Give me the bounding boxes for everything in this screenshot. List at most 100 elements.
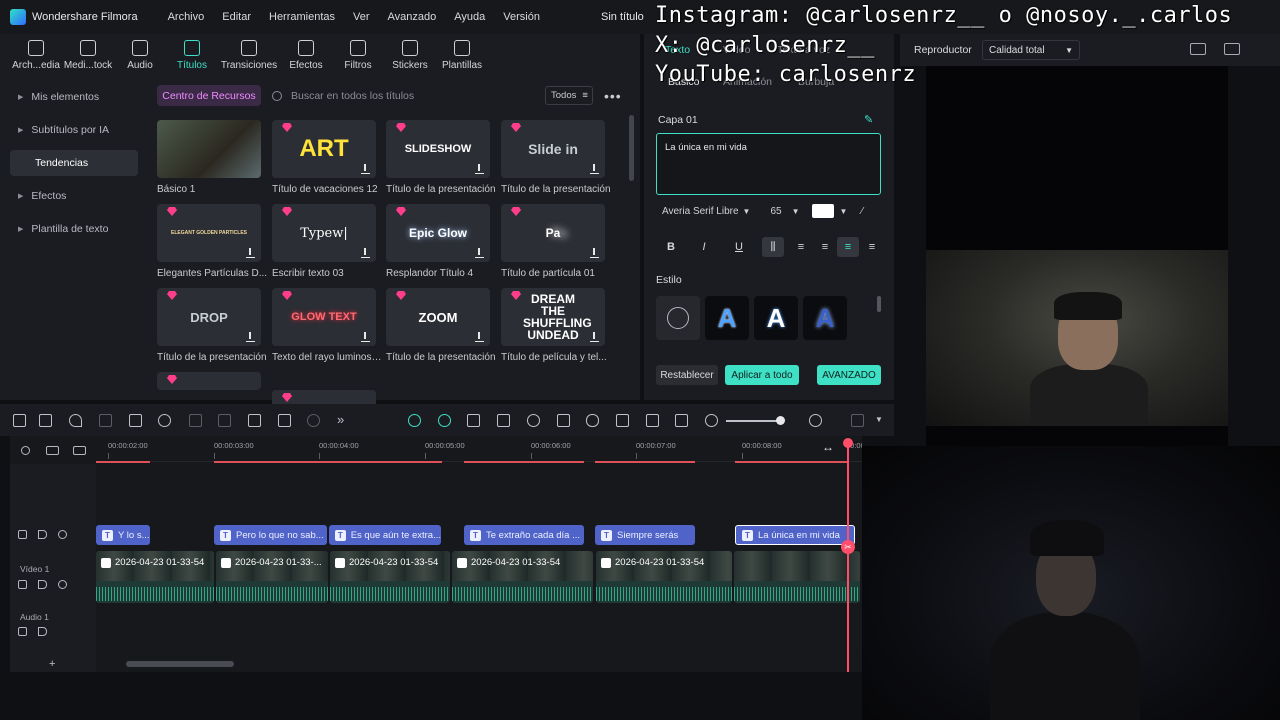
title-card[interactable]: Slide in Título de la presentación: [501, 120, 611, 195]
align-left-icon[interactable]: ≡: [790, 237, 812, 257]
tab-efectos[interactable]: Efectos: [280, 36, 332, 76]
ai-edit-icon[interactable]: ✎: [864, 113, 873, 126]
reset-button[interactable]: Restablecer: [656, 365, 718, 385]
download-icon[interactable]: [590, 164, 599, 174]
timeline-scrollbar[interactable]: [126, 661, 234, 667]
font-family-select[interactable]: Averia Serif Libre: [662, 206, 739, 217]
scissors-icon[interactable]: ✂: [841, 540, 855, 554]
download-icon[interactable]: [590, 248, 599, 258]
color-icon[interactable]: [307, 414, 320, 427]
title-clip[interactable]: T Pero lo que no sab...: [214, 525, 327, 545]
fit-icon[interactable]: [675, 414, 688, 427]
download-icon[interactable]: [590, 332, 599, 342]
download-icon[interactable]: [475, 332, 484, 342]
tab-audio[interactable]: Audio: [114, 36, 166, 76]
sidebar-item-efectos[interactable]: ▶ Efectos: [10, 183, 138, 209]
menu-ayuda[interactable]: Ayuda: [454, 11, 485, 23]
video-clip[interactable]: [734, 551, 860, 603]
style-scrollbar[interactable]: [877, 296, 881, 312]
tab-plantillas[interactable]: Plantillas: [436, 36, 488, 76]
video-clip[interactable]: 2026-04-23 01-33-54: [596, 551, 732, 603]
title-card[interactable]: ART Título de vacaciones 12: [272, 120, 378, 195]
zoom-out-icon[interactable]: [705, 414, 718, 427]
title-card[interactable]: SLIDESHOW Título de la presentación: [386, 120, 496, 195]
grid-view-icon[interactable]: [851, 414, 864, 427]
playhead[interactable]: [847, 440, 849, 672]
eyedropper-icon[interactable]: ⁄: [861, 206, 863, 217]
video-clip[interactable]: 2026-04-23 01-33-54: [96, 551, 214, 603]
resource-center-button[interactable]: Centro de Recursos: [157, 85, 261, 106]
microphone-icon[interactable]: [586, 414, 599, 427]
style-preset-glow[interactable]: A: [803, 296, 847, 340]
lock-icon[interactable]: [18, 530, 27, 539]
title-card[interactable]: DREAM THE SHUFFLING UNDEAD Título de pelí…: [501, 288, 607, 363]
link-icon[interactable]: [21, 446, 30, 455]
quality-select[interactable]: Calidad total ▼: [982, 40, 1080, 60]
title-card[interactable]: ELEGANT GOLDEN PARTICLES Elegantes Partíc…: [157, 204, 267, 279]
title-clip[interactable]: T Siempre serás: [595, 525, 695, 545]
speaker-icon[interactable]: [38, 530, 47, 539]
sidebar-item-subtitulos-ia[interactable]: ▶ Subtítulos por IA: [10, 117, 138, 143]
tab-titulos[interactable]: Títulos: [166, 36, 218, 76]
eye-icon[interactable]: [58, 580, 67, 589]
crop-icon[interactable]: [189, 414, 202, 427]
shield-icon[interactable]: [557, 414, 570, 427]
zoom-slider-handle[interactable]: [776, 416, 785, 425]
speaker-icon[interactable]: [38, 580, 47, 589]
snapshot-icon[interactable]: [1224, 43, 1240, 55]
bold-button[interactable]: B: [660, 237, 682, 257]
track-manager-icon[interactable]: [46, 446, 59, 455]
advanced-button[interactable]: AVANZADO: [817, 365, 881, 385]
apply-all-button[interactable]: Aplicar a todo: [725, 365, 799, 385]
replace-icon[interactable]: [646, 414, 659, 427]
render-icon[interactable]: [467, 414, 480, 427]
video-clip[interactable]: 2026-04-23 01-33-54: [330, 551, 450, 603]
select-tool-icon[interactable]: [39, 414, 52, 427]
snap-icon[interactable]: [438, 414, 451, 427]
align-center-icon[interactable]: ≡: [814, 237, 836, 257]
tab-stickers[interactable]: Stickers: [384, 36, 436, 76]
download-icon[interactable]: [361, 332, 370, 342]
align-justify-icon[interactable]: ≡: [861, 237, 883, 257]
italic-button[interactable]: I: [693, 237, 715, 257]
sidebar-item-mis-elementos[interactable]: ▶ Mis elementos: [10, 84, 138, 110]
title-clip-selected[interactable]: T La única en mi vida: [735, 525, 855, 545]
more-options-icon[interactable]: •••: [604, 88, 622, 104]
lock-icon[interactable]: [18, 627, 27, 636]
menu-ver[interactable]: Ver: [353, 11, 370, 23]
download-icon[interactable]: [361, 248, 370, 258]
lock-icon[interactable]: [18, 580, 27, 589]
tab-transiciones[interactable]: Transiciones: [218, 36, 280, 76]
tab-media-stock[interactable]: Medi...tock: [62, 36, 114, 76]
style-none[interactable]: [656, 296, 700, 340]
eye-icon[interactable]: [58, 530, 67, 539]
search-input[interactable]: Buscar en todos los títulos: [272, 85, 532, 106]
text-tool-icon[interactable]: [248, 414, 261, 427]
download-icon[interactable]: [246, 248, 255, 258]
redo-icon[interactable]: [99, 414, 112, 427]
menu-editar[interactable]: Editar: [222, 11, 251, 23]
sidebar-item-plantilla-texto[interactable]: ▶ Plantilla de texto: [10, 216, 138, 242]
delete-icon[interactable]: [129, 414, 142, 427]
speed-icon[interactable]: [218, 414, 231, 427]
text-spacing-icon[interactable]: ⫼: [762, 237, 784, 257]
playback-icon[interactable]: [527, 414, 540, 427]
title-card[interactable]: Básico 1: [157, 120, 261, 195]
menu-archivo[interactable]: Archivo: [168, 11, 205, 23]
title-card[interactable]: Typew| Escribir texto 03: [272, 204, 376, 279]
add-track-icon[interactable]: [73, 446, 86, 455]
title-card[interactable]: Pa Título de partícula 01: [501, 204, 605, 279]
title-card[interactable]: ZOOM Título de la presentación: [386, 288, 496, 363]
title-text-input[interactable]: La única en mi vida: [656, 133, 881, 195]
title-card[interactable]: DROP Título de la presentación: [157, 288, 267, 363]
speaker-icon[interactable]: [38, 627, 47, 636]
tab-archivos-media[interactable]: Arch...edia: [10, 36, 62, 76]
menu-avanzado[interactable]: Avanzado: [388, 11, 437, 23]
underline-button[interactable]: U: [728, 237, 750, 257]
download-icon[interactable]: [475, 248, 484, 258]
undo-icon[interactable]: [69, 414, 82, 427]
menu-herramientas[interactable]: Herramientas: [269, 11, 335, 23]
font-size-select[interactable]: 65: [770, 206, 781, 217]
more-tools-icon[interactable]: »: [337, 412, 344, 427]
shape-icon[interactable]: [278, 414, 291, 427]
